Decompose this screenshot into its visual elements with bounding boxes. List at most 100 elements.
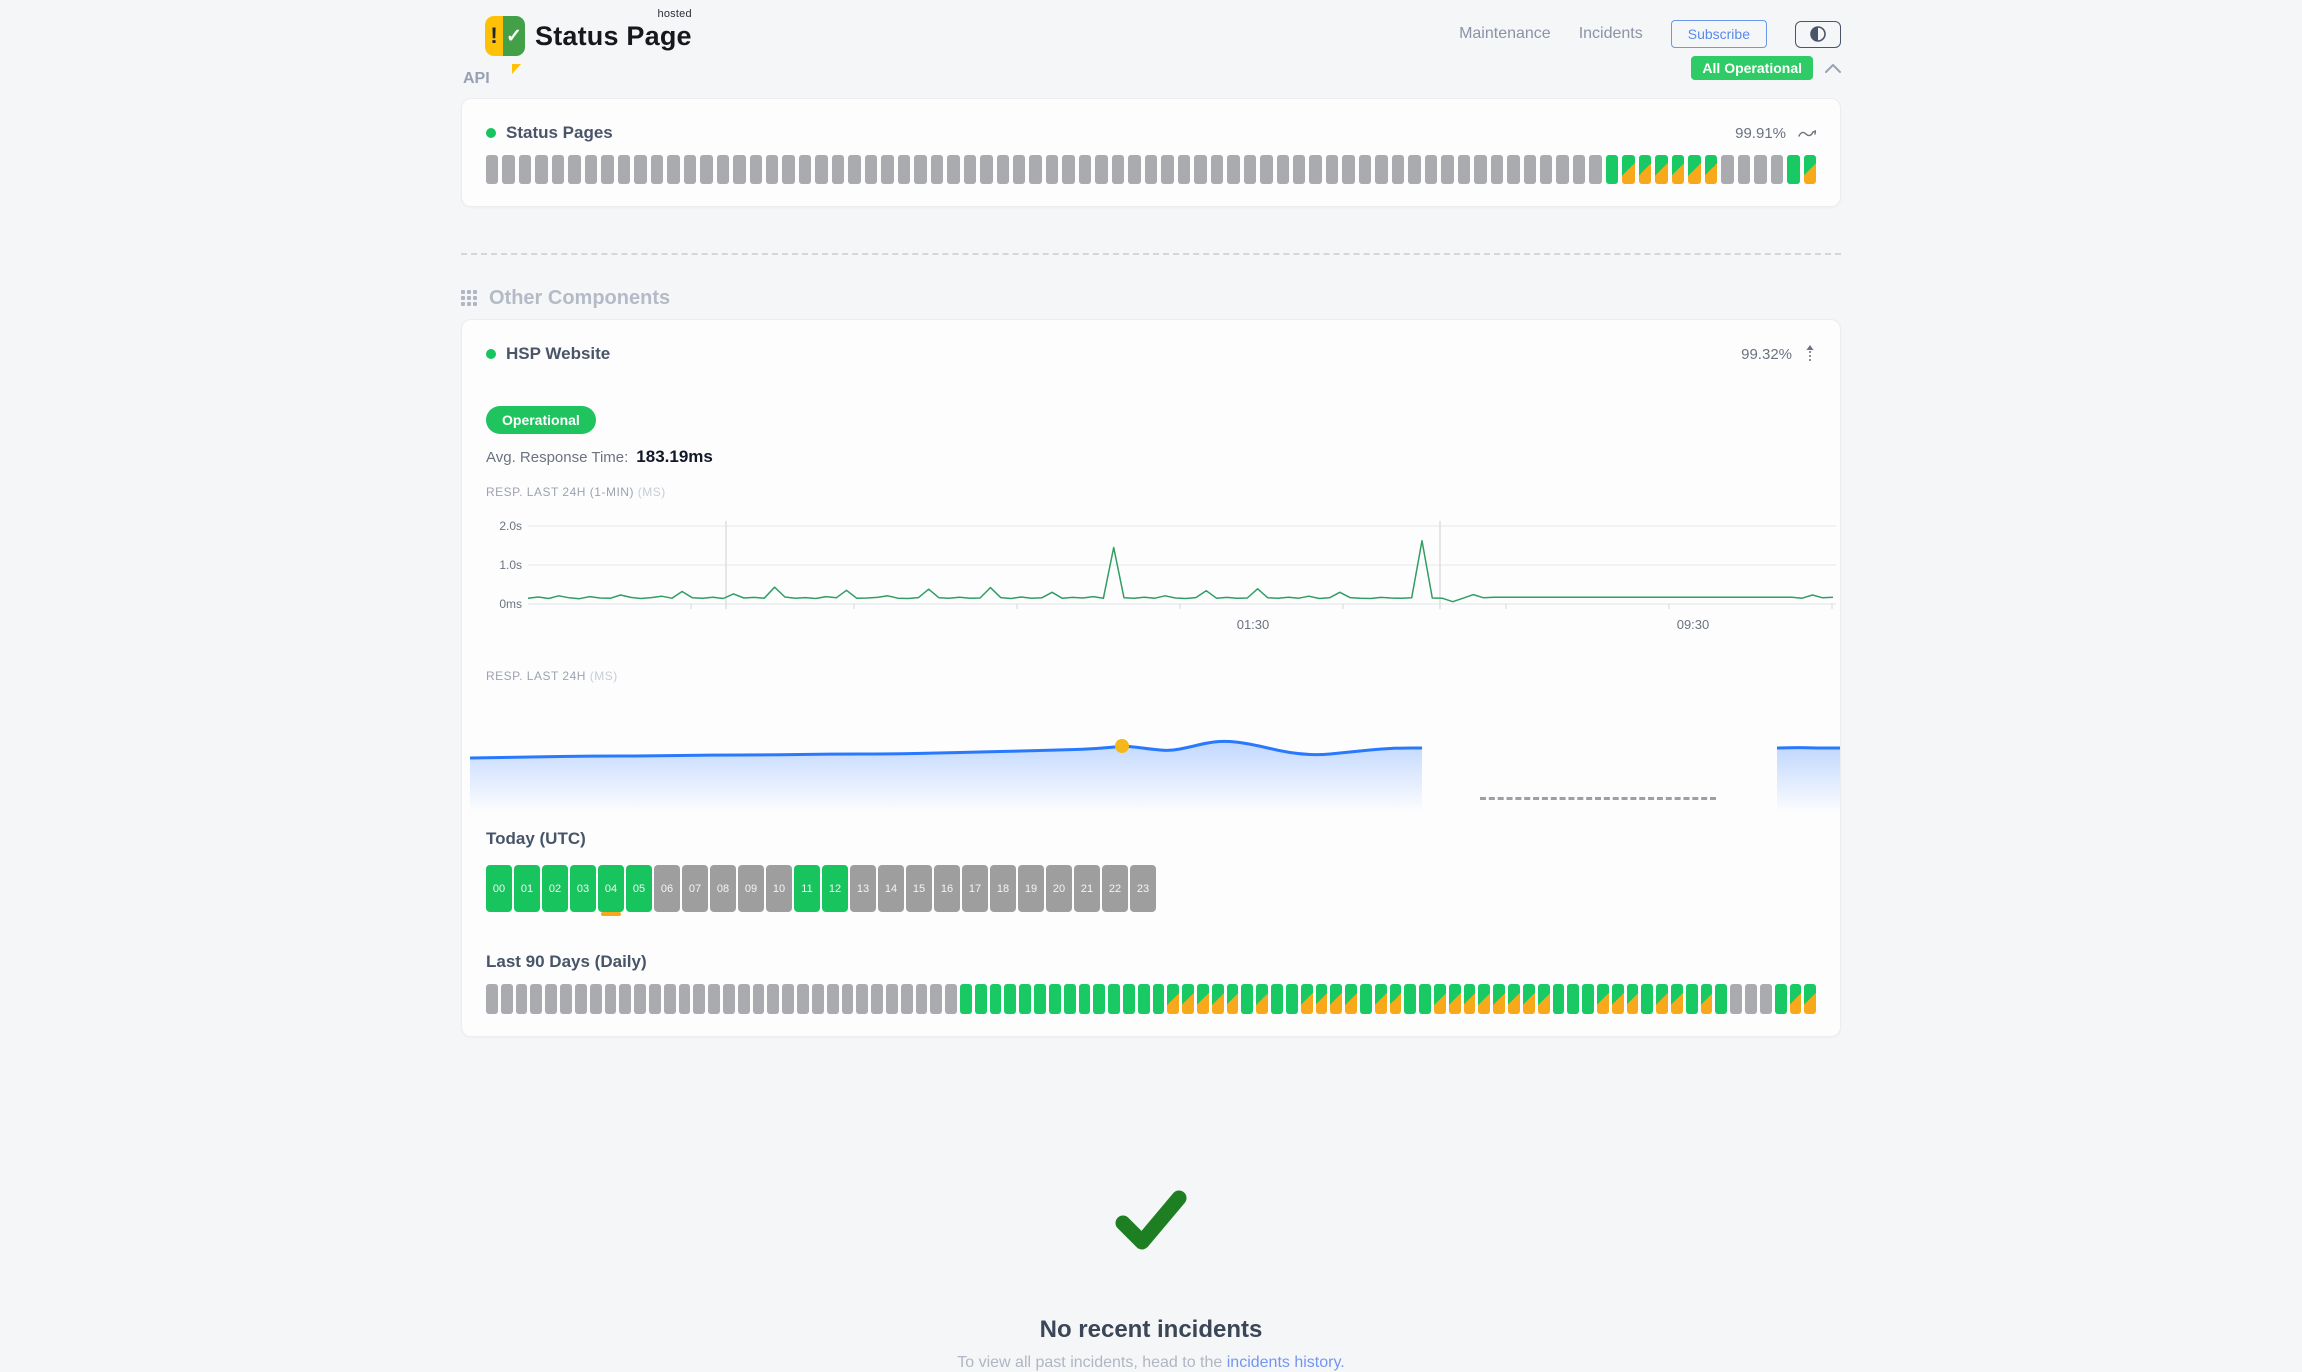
daily-uptime-bar[interactable] <box>1523 984 1535 1014</box>
uptime-bars-status-pages[interactable] <box>486 155 1816 184</box>
uptime-bar[interactable] <box>552 155 564 184</box>
hour-block-22[interactable]: 22 <box>1102 865 1128 912</box>
daily-uptime-bar[interactable] <box>1182 984 1194 1014</box>
daily-uptime-bar[interactable] <box>1256 984 1268 1014</box>
uptime-bar[interactable] <box>1194 155 1206 184</box>
daily-uptime-bar[interactable] <box>1730 984 1742 1014</box>
uptime-bar[interactable] <box>733 155 745 184</box>
uptime-bar[interactable] <box>1095 155 1107 184</box>
uptime-bar[interactable] <box>1408 155 1420 184</box>
uptime-bar[interactable] <box>1046 155 1058 184</box>
hour-block-11[interactable]: 11 <box>794 865 820 912</box>
daily-uptime-bar[interactable] <box>1671 984 1683 1014</box>
uptime-bar[interactable] <box>1425 155 1437 184</box>
daily-uptime-bar[interactable] <box>1478 984 1490 1014</box>
daily-uptime-bar[interactable] <box>1093 984 1105 1014</box>
daily-uptime-bar[interactable] <box>664 984 676 1014</box>
daily-uptime-bar[interactable] <box>767 984 779 1014</box>
uptime-bar[interactable] <box>1029 155 1041 184</box>
uptime-bar[interactable] <box>832 155 844 184</box>
uptime-bar[interactable] <box>1211 155 1223 184</box>
uptime-bar[interactable] <box>1062 155 1074 184</box>
uptime-bar[interactable] <box>766 155 778 184</box>
daily-uptime-bar[interactable] <box>545 984 557 1014</box>
uptime-bar[interactable] <box>881 155 893 184</box>
uptime-bar[interactable] <box>1079 155 1091 184</box>
daily-uptime-bar[interactable] <box>945 984 957 1014</box>
uptime-bar[interactable] <box>519 155 531 184</box>
uptime-bar[interactable] <box>618 155 630 184</box>
daily-uptime-bar[interactable] <box>960 984 972 1014</box>
uptime-bar[interactable] <box>1145 155 1157 184</box>
hour-block-16[interactable]: 16 <box>934 865 960 912</box>
daily-uptime-bar[interactable] <box>560 984 572 1014</box>
uptime-bar[interactable] <box>667 155 679 184</box>
response-area-chart[interactable] <box>470 701 1842 813</box>
daily-uptime-bar[interactable] <box>1123 984 1135 1014</box>
daily-uptime-bar[interactable] <box>634 984 646 1014</box>
daily-uptime-bar[interactable] <box>827 984 839 1014</box>
daily-uptime-bar[interactable] <box>1493 984 1505 1014</box>
daily-uptime-bar[interactable] <box>605 984 617 1014</box>
daily-uptime-bar[interactable] <box>1597 984 1609 1014</box>
hour-block-05[interactable]: 05 <box>626 865 652 912</box>
hour-block-09[interactable]: 09 <box>738 865 764 912</box>
theme-toggle-button[interactable] <box>1795 21 1841 48</box>
uptime-bar[interactable] <box>1540 155 1552 184</box>
hour-block-21[interactable]: 21 <box>1074 865 1100 912</box>
uptime-bar[interactable] <box>1688 155 1700 184</box>
daily-uptime-bar[interactable] <box>812 984 824 1014</box>
uptime-bar[interactable] <box>535 155 547 184</box>
uptime-bar[interactable] <box>1474 155 1486 184</box>
daily-uptime-bar[interactable] <box>782 984 794 1014</box>
uptime-bar[interactable] <box>1392 155 1404 184</box>
daily-uptime-bar[interactable] <box>649 984 661 1014</box>
uptime-bar[interactable] <box>1573 155 1585 184</box>
uptime-bar[interactable] <box>1721 155 1733 184</box>
uptime-bar[interactable] <box>634 155 646 184</box>
uptime-bar[interactable] <box>1309 155 1321 184</box>
data-point-marker[interactable] <box>1115 739 1129 753</box>
uptime-bar[interactable] <box>1655 155 1667 184</box>
uptime-bar[interactable] <box>1342 155 1354 184</box>
hour-block-12[interactable]: 12 <box>822 865 848 912</box>
daily-uptime-bar[interactable] <box>1790 984 1802 1014</box>
hour-block-08[interactable]: 08 <box>710 865 736 912</box>
uptime-bar[interactable] <box>865 155 877 184</box>
uptime-bar[interactable] <box>914 155 926 184</box>
uptime-bar[interactable] <box>1178 155 1190 184</box>
daily-uptime-bar[interactable] <box>753 984 765 1014</box>
daily-uptime-bar[interactable] <box>1508 984 1520 1014</box>
status-badge[interactable]: All Operational <box>1691 56 1813 80</box>
hour-block-04[interactable]: 04 <box>598 865 624 912</box>
daily-uptime-bar[interactable] <box>1760 984 1772 1014</box>
daily-uptime-bar[interactable] <box>590 984 602 1014</box>
daily-uptime-bar[interactable] <box>1656 984 1668 1014</box>
uptime-bar[interactable] <box>684 155 696 184</box>
daily-uptime-bar[interactable] <box>1301 984 1313 1014</box>
uptime-bar[interactable] <box>1491 155 1503 184</box>
nav-incidents[interactable]: Incidents <box>1579 25 1643 43</box>
daily-uptime-bar[interactable] <box>1686 984 1698 1014</box>
daily-uptime-bar[interactable] <box>1612 984 1624 1014</box>
uptime-bar[interactable] <box>1738 155 1750 184</box>
uptime-bar[interactable] <box>947 155 959 184</box>
uptime-bar[interactable] <box>1128 155 1140 184</box>
uptime-bar[interactable] <box>486 155 498 184</box>
uptime-bar[interactable] <box>502 155 514 184</box>
uptime-bar[interactable] <box>750 155 762 184</box>
daily-uptime-bar[interactable] <box>501 984 513 1014</box>
response-time-line-chart[interactable]: 2.0s 1.0s 0ms 01:30 09:30 <box>486 517 1816 637</box>
uptime-bar[interactable] <box>1524 155 1536 184</box>
daily-uptime-bar[interactable] <box>1775 984 1787 1014</box>
uptime-bar[interactable] <box>1013 155 1025 184</box>
hour-block-06[interactable]: 06 <box>654 865 680 912</box>
daily-uptime-bar[interactable] <box>1034 984 1046 1014</box>
daily-uptime-bar[interactable] <box>1271 984 1283 1014</box>
daily-uptime-bar[interactable] <box>1138 984 1150 1014</box>
daily-uptime-bar[interactable] <box>1330 984 1342 1014</box>
uptime-bar[interactable] <box>815 155 827 184</box>
daily-uptime-bar[interactable] <box>797 984 809 1014</box>
daily-uptime-bar[interactable] <box>619 984 631 1014</box>
hour-block-23[interactable]: 23 <box>1130 865 1156 912</box>
